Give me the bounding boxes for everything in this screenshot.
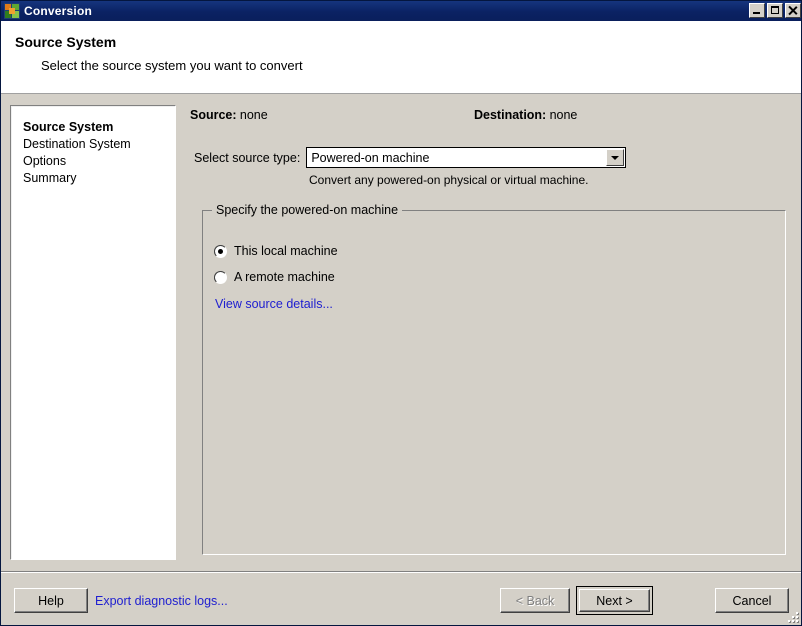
- radio-a-remote-machine[interactable]: A remote machine: [214, 270, 335, 284]
- view-source-details-link[interactable]: View source details...: [215, 297, 333, 311]
- next-button[interactable]: Next >: [576, 586, 653, 615]
- next-button-face: Next >: [579, 589, 650, 612]
- back-button[interactable]: < Back: [500, 588, 570, 613]
- minimize-button[interactable]: [749, 3, 765, 18]
- close-button[interactable]: [785, 3, 801, 18]
- page-header: Source System Select the source system y…: [1, 21, 801, 94]
- conversion-wizard-window: Conversion Source System Select the sour…: [0, 0, 802, 626]
- sidebar-item-destination-system[interactable]: Destination System: [23, 136, 175, 153]
- sidebar-item-options[interactable]: Options: [23, 153, 175, 170]
- window-controls: [749, 3, 801, 18]
- footer-bar: Help Export diagnostic logs... < Back Ne…: [1, 571, 801, 625]
- app-squares-icon: [4, 3, 20, 19]
- body-area: Source System Destination System Options…: [1, 95, 801, 571]
- powered-on-machine-group: Specify the powered-on machine This loca…: [202, 203, 786, 555]
- export-diagnostic-logs-link[interactable]: Export diagnostic logs...: [95, 594, 228, 608]
- group-legend: Specify the powered-on machine: [212, 203, 403, 217]
- source-summary: Source: none: [190, 108, 268, 122]
- destination-value: none: [549, 108, 578, 122]
- wizard-step-sidebar: Source System Destination System Options…: [10, 105, 176, 560]
- source-type-row: Select source type: Powered-on machine: [194, 147, 627, 168]
- source-type-label: Select source type:: [194, 150, 301, 165]
- radio-local-indicator[interactable]: [214, 244, 227, 258]
- destination-summary: Destination: none: [474, 108, 577, 122]
- destination-label: Destination:: [474, 108, 547, 122]
- sidebar-item-source-system[interactable]: Source System: [23, 119, 175, 136]
- source-type-dropdown-button[interactable]: [606, 149, 625, 166]
- radio-local-label: This local machine: [234, 244, 338, 258]
- source-type-dropdown[interactable]: Powered-on machine: [306, 147, 627, 168]
- page-subtitle: Select the source system you want to con…: [41, 58, 303, 73]
- source-type-hint: Convert any powered-on physical or virtu…: [309, 173, 589, 187]
- main-content: Source: none Destination: none Select so…: [186, 105, 792, 560]
- source-label: Source:: [190, 108, 237, 122]
- maximize-button[interactable]: [767, 3, 783, 18]
- resize-grip-icon[interactable]: [786, 610, 800, 624]
- radio-remote-indicator[interactable]: [214, 270, 227, 284]
- cancel-button[interactable]: Cancel: [715, 588, 789, 613]
- title-bar: Conversion: [1, 1, 801, 21]
- radio-this-local-machine[interactable]: This local machine: [214, 244, 338, 258]
- help-button[interactable]: Help: [14, 588, 88, 613]
- chevron-down-icon: [611, 155, 620, 160]
- page-title: Source System: [15, 34, 117, 50]
- source-destination-summary: Source: none Destination: none: [186, 105, 792, 127]
- window-title: Conversion: [24, 4, 93, 18]
- source-type-selected-value: Powered-on machine: [311, 150, 430, 165]
- source-value: none: [239, 108, 268, 122]
- sidebar-item-summary[interactable]: Summary: [23, 170, 175, 187]
- radio-remote-label: A remote machine: [234, 270, 335, 284]
